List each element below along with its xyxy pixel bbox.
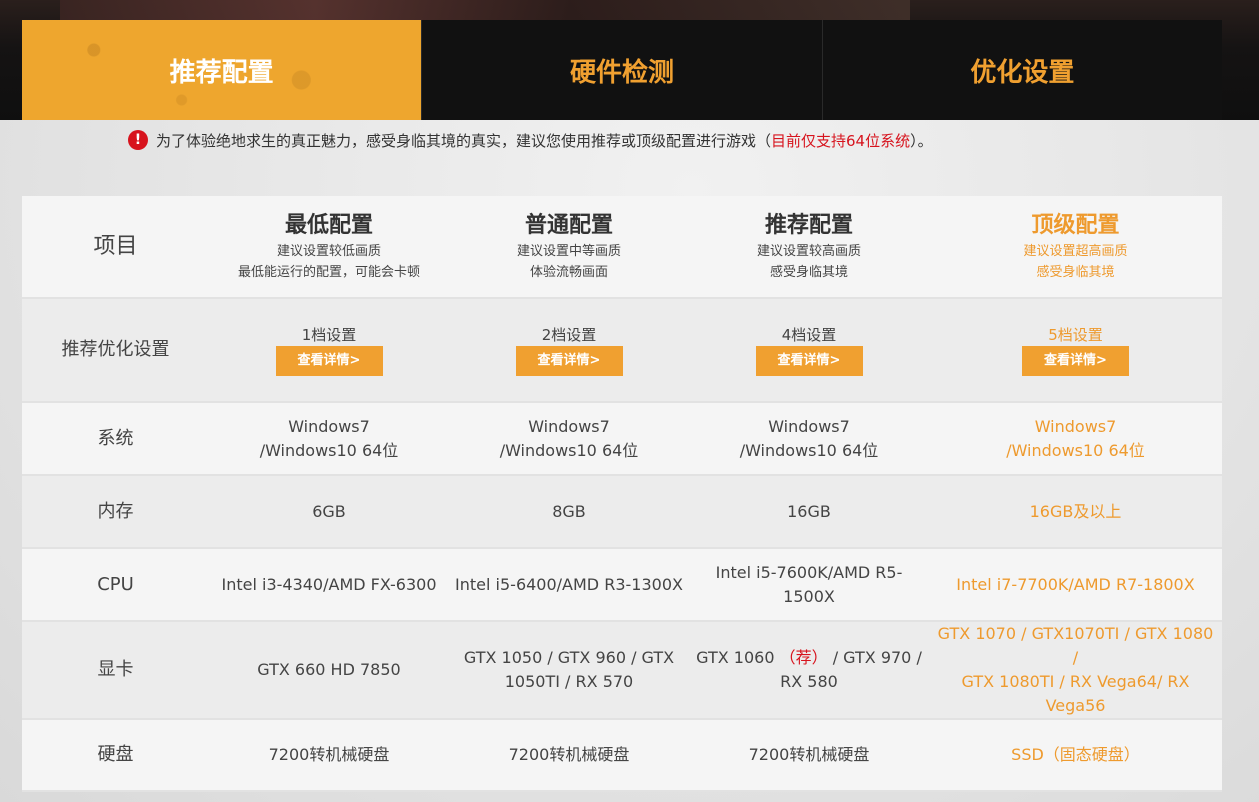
level-text: 1档设置	[301, 325, 357, 344]
cell-line: Windows7	[768, 416, 850, 436]
row-label: 系统	[22, 402, 209, 476]
col-subtitle: 最低能运行的配置，可能会卡顿	[237, 264, 420, 280]
table-cell: Intel i5-7600K/AMD R5-1500X	[689, 548, 929, 622]
table-row-optimize: 推荐优化设置 1档设置 查看详情> 2档设置 查看详情> 4档设置 查看详情> …	[22, 298, 1222, 403]
header-item-label: 项目	[22, 196, 209, 299]
table-cell: Intel i3-4340/AMD FX-6300	[209, 548, 449, 622]
row-label: 硬盘	[22, 719, 209, 792]
col-subtitle: 感受身临其境	[1036, 264, 1115, 280]
header-banner-strip	[60, 0, 910, 20]
gpu-text: / GTX 970 /	[827, 648, 922, 667]
col-subtitle: 建议设置超高画质	[1023, 243, 1128, 259]
cell-line: GTX 1080TI / RX Vega64/ RX Vega56	[961, 672, 1190, 715]
row-label: CPU	[22, 548, 209, 622]
cell-line: 1050TI / RX 570	[504, 672, 634, 691]
cell-line: /Windows10 64位	[1006, 440, 1145, 460]
table-row-memory: 内存 6GB 8GB 16GB 16GB及以上	[22, 475, 1222, 549]
cell-line: GTX 1060 （荐） / GTX 970 /	[693, 646, 925, 670]
cell-line: Windows7	[528, 416, 610, 436]
table-row-gpu: 显卡 GTX 660 HD 7850 GTX 1050 / GTX 960 / …	[22, 621, 1222, 720]
table-cell: Intel i5-6400/AMD R3-1300X	[449, 548, 689, 622]
header-col-recommended: 推荐配置 建议设置较高画质 感受身临其境	[689, 196, 929, 299]
tab-hardware-check[interactable]: 硬件检测	[422, 20, 823, 120]
cell-line: GTX 1050 / GTX 960 / GTX	[463, 648, 675, 667]
table-cell: GTX 660 HD 7850	[209, 621, 449, 720]
header-col-min: 最低配置 建议设置较低画质 最低能运行的配置，可能会卡顿	[209, 196, 449, 299]
gpu-text: GTX 1060	[696, 648, 780, 667]
table-cell: GTX 1060 （荐） / GTX 970 / RX 580	[689, 621, 929, 720]
row-label: 显卡	[22, 621, 209, 720]
table-cell: Windows7/Windows10 64位	[449, 402, 689, 476]
cell-line: GTX 1070 / GTX1070TI / GTX 1080 /	[937, 624, 1214, 667]
table-cell: Windows7/Windows10 64位	[689, 402, 929, 476]
view-details-button[interactable]: 查看详情>	[275, 345, 383, 376]
tab-bar: 推荐配置 硬件检测 优化设置	[22, 20, 1222, 120]
view-details-button[interactable]: 查看详情>	[515, 345, 623, 376]
col-title: 普通配置	[524, 212, 613, 238]
table-cell: SSD（固态硬盘）	[929, 719, 1222, 792]
col-title: 最低配置	[284, 212, 373, 238]
col-subtitle: 建议设置较低画质	[276, 243, 381, 259]
col-title: 推荐配置	[764, 212, 853, 238]
table-cell: GTX 1070 / GTX1070TI / GTX 1080 / GTX 108…	[929, 621, 1222, 720]
table-cell: 1档设置 查看详情>	[209, 298, 449, 403]
table-row-disk: 硬盘 7200转机械硬盘 7200转机械硬盘 7200转机械硬盘 SSD（固态硬…	[22, 719, 1222, 792]
cell-line: /Windows10 64位	[739, 440, 879, 460]
table-cell: 16GB及以上	[929, 475, 1222, 549]
view-details-button[interactable]: 查看详情>	[1022, 345, 1129, 376]
view-details-button[interactable]: 查看详情>	[755, 345, 863, 376]
row-label: 推荐优化设置	[22, 298, 209, 403]
config-spec-table: 项目 最低配置 建议设置较低画质 最低能运行的配置，可能会卡顿 普通配置 建议设…	[22, 196, 1222, 792]
level-text: 5档设置	[1048, 325, 1103, 344]
table-cell: 5档设置 查看详情>	[929, 298, 1222, 403]
cell-line: Windows7	[288, 416, 370, 436]
tab-optimize-settings[interactable]: 优化设置	[822, 20, 1222, 120]
col-subtitle: 建议设置较高画质	[756, 243, 861, 259]
col-subtitle: 体验流畅画面	[529, 264, 608, 280]
table-cell: 8GB	[449, 475, 689, 549]
table-cell: Windows7/Windows10 64位	[929, 402, 1222, 476]
table-row-header: 项目 最低配置 建议设置较低画质 最低能运行的配置，可能会卡顿 普通配置 建议设…	[22, 196, 1222, 299]
col-subtitle: 感受身临其境	[769, 264, 848, 280]
notice-text: 为了体验绝地求生的真正魅力，感受身临其境的真实，建议您使用推荐或顶级配置进行游戏…	[156, 131, 772, 150]
level-text: 4档设置	[781, 325, 837, 344]
table-cell: 16GB	[689, 475, 929, 549]
header-col-top: 顶级配置 建议设置超高画质 感受身临其境	[929, 196, 1222, 299]
table-cell: GTX 1050 / GTX 960 / GTX 1050TI / RX 570	[449, 621, 689, 720]
cell-line: /Windows10 64位	[499, 440, 639, 460]
level-text: 2档设置	[541, 325, 597, 344]
table-row-os: 系统 Windows7/Windows10 64位 Windows7/Windo…	[22, 402, 1222, 476]
alert-icon: !	[128, 130, 148, 150]
header-col-normal: 普通配置 建议设置中等画质 体验流畅画面	[449, 196, 689, 299]
table-cell: 7200转机械硬盘	[689, 719, 929, 792]
cell-line: /Windows10 64位	[259, 440, 399, 460]
col-subtitle: 建议设置中等画质	[516, 243, 621, 259]
tab-recommended-config[interactable]: 推荐配置	[22, 20, 423, 120]
recommended-tag: （荐）	[779, 648, 828, 667]
cell-line: Windows7	[1034, 416, 1117, 436]
table-cell: 7200转机械硬盘	[449, 719, 689, 792]
row-label: 内存	[22, 475, 209, 549]
table-cell: 4档设置 查看详情>	[689, 298, 929, 403]
table-cell: 7200转机械硬盘	[209, 719, 449, 792]
table-cell: 6GB	[209, 475, 449, 549]
col-title: 顶级配置	[1031, 212, 1120, 238]
table-cell: Intel i7-7700K/AMD R7-1800X	[929, 548, 1222, 622]
table-cell: 2档设置 查看详情>	[449, 298, 689, 403]
cell-line: RX 580	[780, 672, 838, 691]
table-cell: Windows7/Windows10 64位	[209, 402, 449, 476]
notice-text-end: ）。	[910, 131, 933, 150]
notice-highlight: 目前仅支持64位系统	[771, 131, 911, 150]
table-row-cpu: CPU Intel i3-4340/AMD FX-6300 Intel i5-6…	[22, 548, 1222, 622]
system-notice: ! 为了体验绝地求生的真正魅力，感受身临其境的真实，建议您使用推荐或顶级配置进行…	[128, 128, 933, 152]
